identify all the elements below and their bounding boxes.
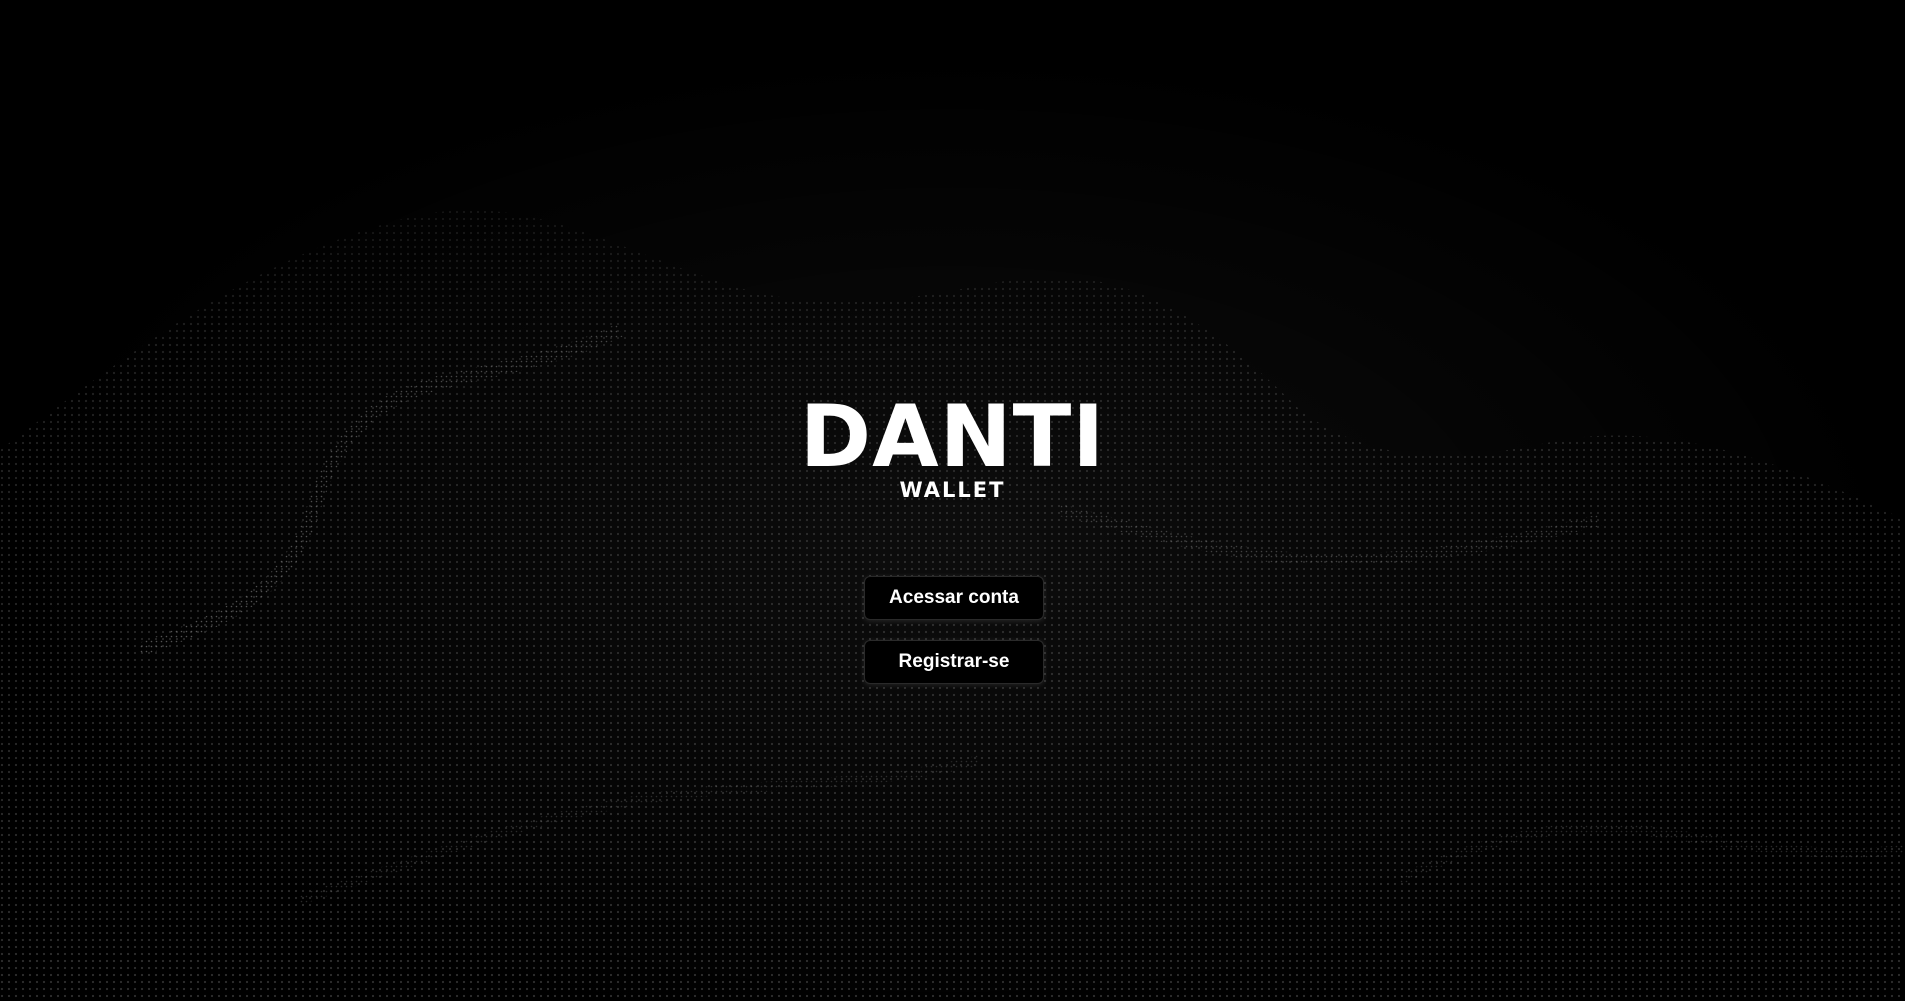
brand-logo-title: DANTI [799,387,1106,487]
brand-logo-subtitle: WALLET [899,478,1006,502]
hero: DANTI WALLET Acessar conta Registrar-se [0,0,1905,1001]
login-button[interactable]: Acessar conta [864,576,1044,620]
register-button[interactable]: Registrar-se [864,640,1044,684]
landing-page: DANTI WALLET Acessar conta Registrar-se [0,0,1905,1001]
